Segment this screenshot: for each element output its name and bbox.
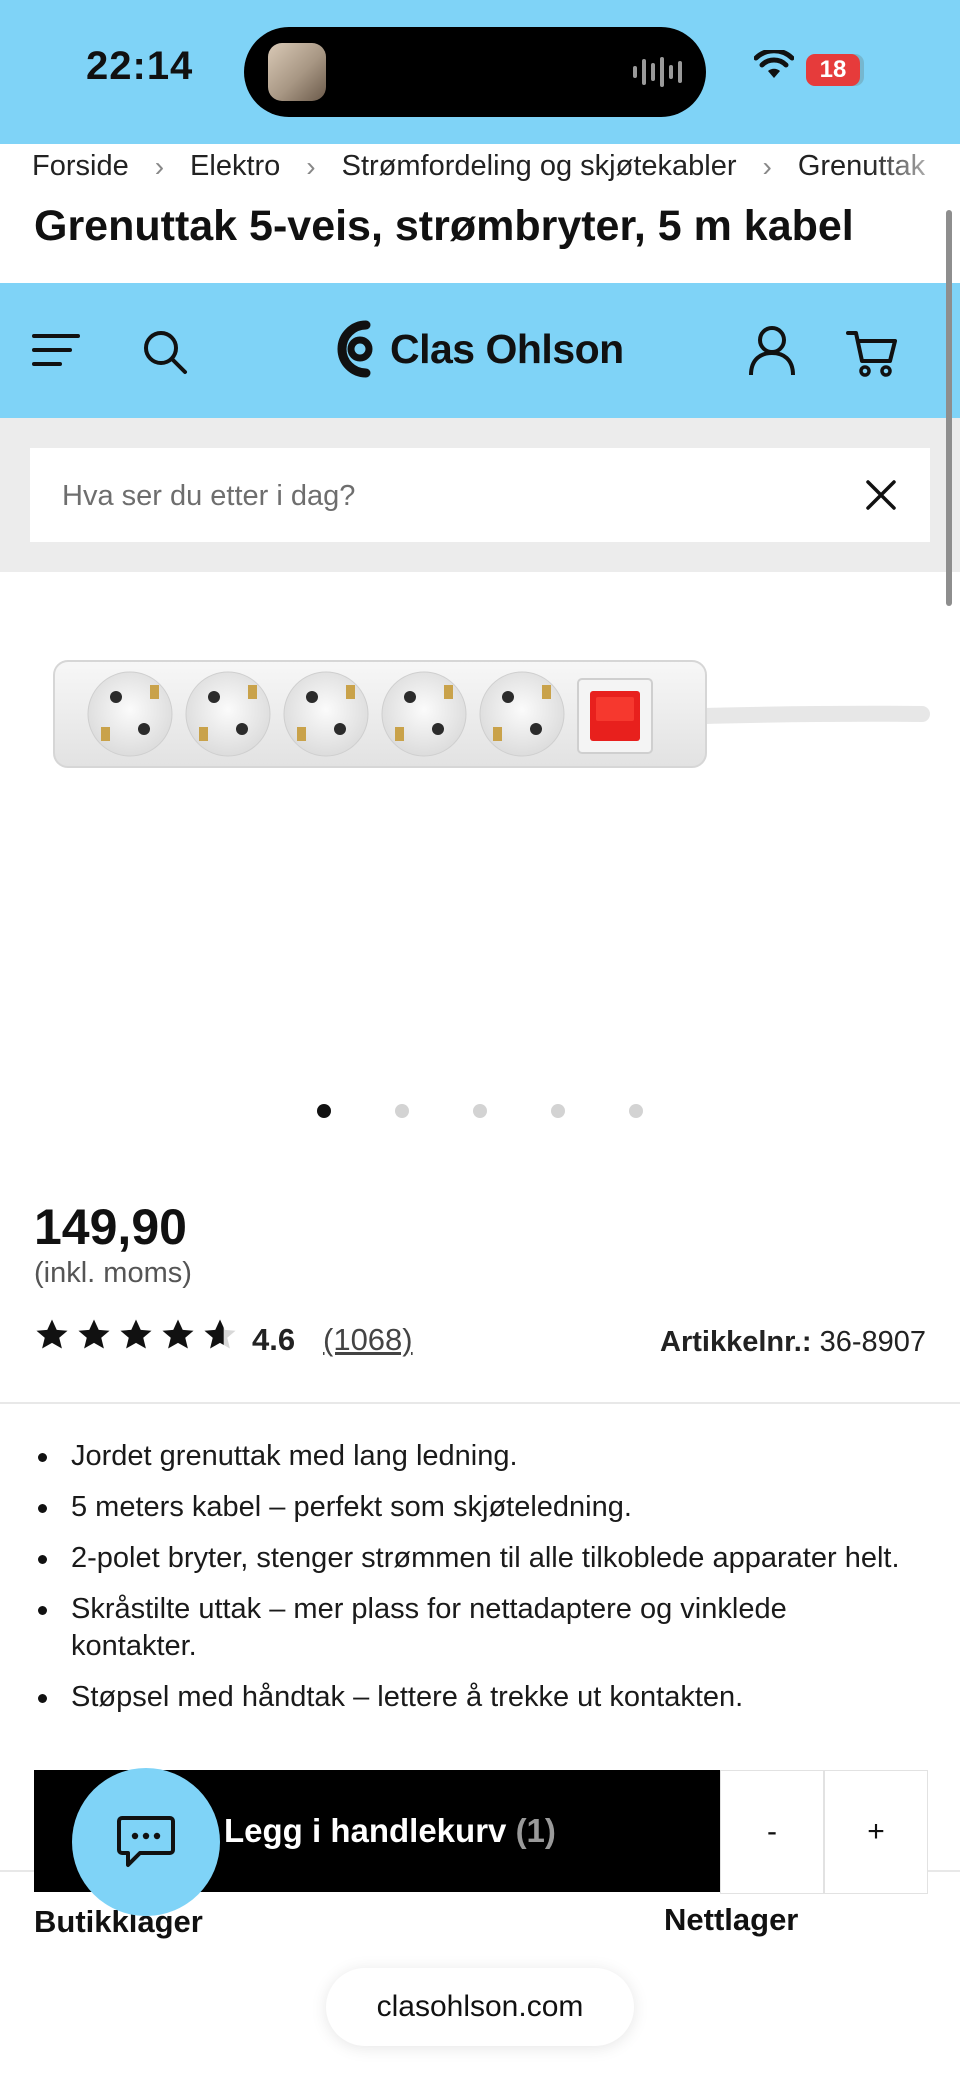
gallery-dot[interactable] — [629, 1104, 643, 1118]
breadcrumb-fade — [870, 144, 960, 202]
chevron-right-icon: › — [762, 150, 772, 182]
breadcrumb-item-stromfordeling[interactable]: Strømfordeling og skjøtekabler — [342, 150, 737, 183]
chat-button[interactable] — [72, 1768, 220, 1916]
chevron-right-icon: › — [306, 150, 316, 182]
user-icon[interactable] — [748, 325, 796, 377]
gallery-dot[interactable] — [395, 1104, 409, 1118]
chat-bubble-icon — [117, 1816, 175, 1867]
quantity-decrease-button[interactable]: - — [720, 1770, 824, 1894]
dynamic-island[interactable] — [244, 27, 706, 117]
gallery-dot[interactable] — [317, 1104, 331, 1118]
article-number-label: Artikkelnr.: — [660, 1326, 812, 1358]
quantity-increase-button[interactable]: + — [824, 1770, 928, 1894]
feature-item: 2-polet bryter, stenger strømmen til all… — [34, 1540, 914, 1577]
feature-item: Jordet grenuttak med lang ledning. — [34, 1438, 914, 1475]
article-number-value: 36-8907 — [819, 1326, 926, 1358]
battery-icon: 18 — [806, 54, 860, 86]
article-number: Artikkelnr.: 36-8907 — [660, 1326, 926, 1359]
search-icon[interactable] — [142, 329, 188, 375]
wifi-icon — [754, 50, 794, 78]
breadcrumb-item-forside[interactable]: Forside — [32, 150, 129, 183]
chevron-right-icon: › — [154, 150, 165, 182]
gallery-dot[interactable] — [551, 1104, 565, 1118]
product-image[interactable] — [50, 655, 930, 775]
status-bar: 22:14 18 — [0, 0, 960, 144]
price-vat-note: (inkl. moms) — [34, 1257, 192, 1289]
online-stock-heading: Nettlager — [664, 1902, 799, 1937]
star-half-icon — [204, 1319, 236, 1349]
now-playing-artwork — [268, 43, 326, 101]
feature-list: Jordet grenuttak med lang ledning. 5 met… — [34, 1438, 914, 1730]
breadcrumb-item-elektro[interactable]: Elektro — [190, 150, 280, 183]
scrollbar[interactable] — [946, 210, 952, 606]
rating-stars — [34, 1318, 238, 1352]
close-icon[interactable] — [866, 480, 896, 510]
site-header: Clas Ohlson — [0, 283, 960, 418]
brand-name: Clas Ohlson — [390, 325, 624, 372]
product-price: 149,90 — [34, 1199, 187, 1255]
cart-quantity-count: (1) — [515, 1812, 556, 1849]
feature-item: 5 meters kabel – perfekt som skjøteledni… — [34, 1489, 914, 1526]
breadcrumb: Forside › Elektro › Strømfordeling og sk… — [0, 144, 960, 202]
clas-ohlson-logo-icon — [337, 320, 373, 378]
star-icon — [120, 1319, 152, 1349]
brand-logo[interactable]: Clas Ohlson — [332, 317, 624, 381]
star-icon — [162, 1319, 194, 1349]
gallery-dot[interactable] — [473, 1104, 487, 1118]
add-to-cart-label: Legg i handlekurv — [224, 1812, 507, 1849]
feature-item: Støpsel med håndtak – lettere å trekke u… — [34, 1679, 914, 1716]
status-time: 22:14 — [86, 44, 194, 88]
search-input[interactable] — [60, 448, 844, 544]
divider — [0, 1402, 960, 1404]
page-title: Grenuttak 5-veis, strømbryter, 5 m kabel — [34, 202, 854, 250]
feature-item: Skråstilte uttak – mer plass for nettada… — [34, 1591, 914, 1665]
search-box — [30, 448, 930, 544]
rating-value: 4.6 — [252, 1322, 296, 1357]
review-count-link[interactable]: (1068) — [323, 1322, 413, 1358]
cart-icon[interactable] — [846, 327, 898, 379]
star-icon — [78, 1319, 110, 1349]
gallery-dots — [0, 1104, 960, 1118]
menu-icon[interactable] — [32, 332, 80, 368]
browser-address-pill[interactable]: clasohlson.com — [326, 1968, 634, 2046]
audio-waveform-icon — [633, 55, 682, 89]
star-icon — [36, 1319, 68, 1349]
